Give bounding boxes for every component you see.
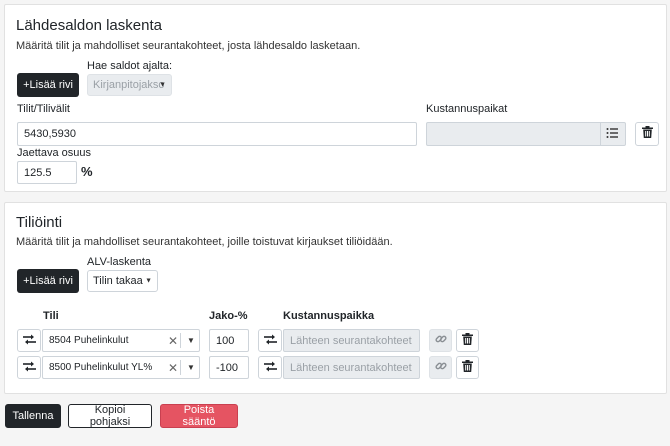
vat-select[interactable]: Tilin takaa ▼ — [87, 270, 158, 292]
delete-rule-button[interactable]: Poista sääntö — [160, 404, 238, 428]
share-percent-input[interactable]: 100 — [209, 329, 249, 352]
swap-button[interactable] — [17, 329, 41, 352]
clear-icon[interactable]: ✕ — [168, 361, 178, 375]
link-icon — [434, 359, 447, 377]
posting-section-description: Määritä tilit ja mahdolliset seurantakoh… — [16, 236, 393, 248]
vat-value: Tilin takaa — [93, 275, 143, 287]
trash-icon — [462, 359, 473, 377]
swap-button[interactable] — [258, 329, 282, 352]
caret-down-icon[interactable]: ▼ — [187, 336, 195, 345]
source-balance-card: Lähdesaldon laskenta Määritä tilit ja ma… — [4, 4, 667, 192]
posting-add-row-button[interactable]: +Lisää rivi — [17, 269, 79, 293]
posting-section-title: Tiliöinti — [16, 214, 63, 231]
accounts-value: 5430,5930 — [24, 128, 76, 140]
link-icon — [434, 332, 447, 350]
share-unit: % — [81, 164, 93, 179]
share-percent-value: 100 — [216, 334, 235, 347]
account-select[interactable]: 8504 Puhelinkulut ✕ ▼ — [42, 329, 200, 352]
swap-icon — [263, 332, 277, 350]
cost-center-input[interactable]: Lähteen seurantakohteet — [283, 329, 420, 352]
delete-cost-centers-button[interactable] — [635, 122, 659, 146]
posting-card: Tiliöinti Määritä tilit ja mahdolliset s… — [4, 202, 667, 394]
column-header-share: Jako-% — [209, 310, 248, 322]
fetch-balances-value: Kirjanpitojakso — [93, 79, 165, 91]
cost-center-placeholder: Lähteen seurantakohteet — [290, 361, 412, 374]
cost-centers-divider — [600, 123, 601, 145]
list-icon[interactable] — [606, 127, 618, 142]
column-header-cost-center: Kustannuspaikka — [283, 310, 375, 322]
swap-button[interactable] — [17, 356, 41, 379]
fetch-balances-label: Hae saldot ajalta: — [87, 60, 172, 72]
cost-center-input[interactable]: Lähteen seurantakohteet — [283, 356, 420, 379]
share-percent-input[interactable]: -100 — [209, 356, 249, 379]
cost-centers-input[interactable] — [426, 122, 626, 146]
save-button[interactable]: Tallenna — [5, 404, 61, 428]
fetch-balances-select[interactable]: Kirjanpitojakso ▼ — [87, 74, 172, 96]
source-section-title: Lähdesaldon laskenta — [16, 17, 162, 34]
share-input[interactable]: 125.5 — [17, 161, 77, 184]
cost-center-placeholder: Lähteen seurantakohteet — [290, 334, 412, 347]
trash-icon — [462, 332, 473, 350]
swap-button[interactable] — [258, 356, 282, 379]
delete-row-button[interactable] — [456, 329, 479, 352]
page: Lähdesaldon laskenta Määritä tilit ja ma… — [0, 0, 670, 446]
accounts-label: Tilit/Tilivälit — [17, 103, 70, 115]
account-value: 8504 Puhelinkulut — [49, 335, 129, 346]
cost-centers-label: Kustannuspaikat — [426, 103, 508, 115]
swap-icon — [263, 359, 277, 377]
account-select[interactable]: 8500 Puhelinkulut YL% ✕ ▼ — [42, 356, 200, 379]
swap-icon — [22, 359, 36, 377]
column-header-account: Tili — [43, 310, 59, 322]
accounts-input[interactable]: 5430,5930 — [17, 122, 417, 146]
clear-icon[interactable]: ✕ — [168, 334, 178, 348]
link-button[interactable] — [429, 329, 452, 352]
vat-label: ALV-laskenta — [87, 256, 152, 268]
caret-down-icon[interactable]: ▼ — [187, 363, 195, 372]
link-button[interactable] — [429, 356, 452, 379]
account-value: 8500 Puhelinkulut YL% — [49, 362, 153, 373]
chevron-down-icon: ▼ — [145, 277, 152, 285]
source-add-row-button[interactable]: +Lisää rivi — [17, 73, 79, 97]
delete-row-button[interactable] — [456, 356, 479, 379]
source-section-description: Määritä tilit ja mahdolliset seurantakoh… — [16, 40, 361, 52]
chevron-down-icon: ▼ — [159, 81, 166, 89]
share-percent-value: -100 — [216, 361, 239, 374]
swap-icon — [22, 332, 36, 350]
select-divider — [180, 360, 181, 375]
select-divider — [180, 333, 181, 348]
trash-icon — [641, 125, 653, 143]
copy-template-button[interactable]: Kopioi pohjaksi — [68, 404, 152, 428]
share-value: 125.5 — [24, 166, 52, 179]
share-label: Jaettava osuus — [17, 147, 91, 159]
